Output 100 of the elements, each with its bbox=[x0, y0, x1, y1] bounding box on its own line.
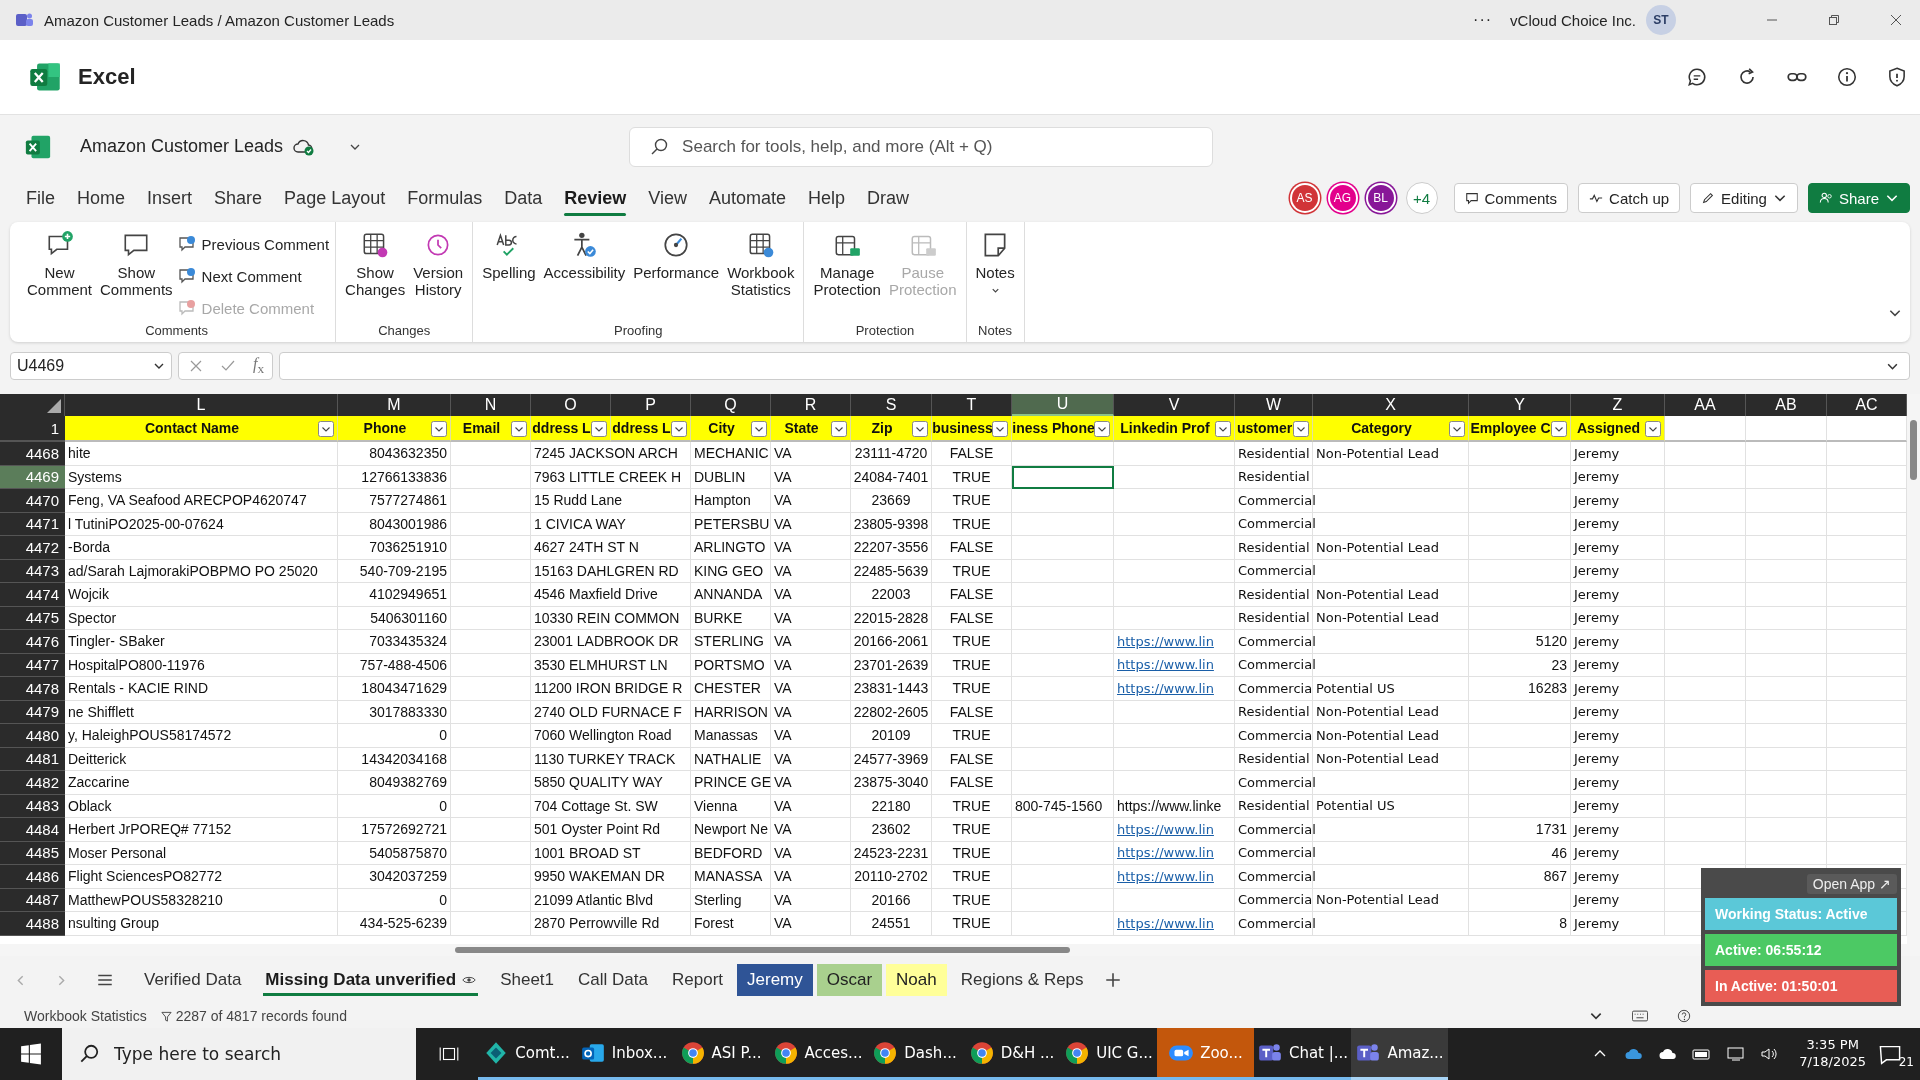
column-header[interactable]: U bbox=[1012, 394, 1114, 416]
menu-tab[interactable]: Insert bbox=[136, 179, 204, 217]
row-number[interactable]: 4485 bbox=[0, 841, 65, 865]
row-number[interactable]: 4479 bbox=[0, 700, 65, 724]
row-number[interactable]: 4486 bbox=[0, 865, 65, 889]
row-number[interactable]: 4468 bbox=[0, 442, 65, 466]
ribbon-button[interactable]: Accessibility bbox=[540, 228, 629, 323]
row-number[interactable]: 4471 bbox=[0, 512, 65, 536]
document-name[interactable]: Amazon Customer Leads bbox=[80, 136, 284, 157]
sheet-tab[interactable]: Call Data bbox=[568, 964, 658, 996]
status-text[interactable]: Workbook Statistics bbox=[24, 1008, 147, 1024]
row-number[interactable]: 4487 bbox=[0, 888, 65, 912]
cell-link[interactable]: https://www.lin bbox=[1114, 630, 1235, 654]
sheet-tab[interactable]: Jeremy bbox=[737, 964, 813, 996]
row-number[interactable]: 4478 bbox=[0, 677, 65, 701]
row-number[interactable]: 4483 bbox=[0, 794, 65, 818]
sheet-tab[interactable]: Missing Data unverified bbox=[255, 964, 487, 996]
column-header[interactable]: O bbox=[531, 394, 611, 416]
ribbon-button[interactable]: Workbook Statistics bbox=[724, 228, 798, 323]
row-number[interactable]: 4476 bbox=[0, 630, 65, 654]
row-number[interactable]: 4472 bbox=[0, 536, 65, 560]
menu-tab[interactable]: Automate bbox=[698, 179, 798, 217]
cell-link[interactable]: https://www.lin bbox=[1114, 677, 1235, 701]
taskbar-button[interactable]: D&H ... bbox=[963, 1028, 1060, 1080]
ribbon-button[interactable]: New Comment bbox=[24, 228, 96, 323]
ribbon-button[interactable]: Performance bbox=[630, 228, 723, 323]
menu-tab[interactable]: Help bbox=[797, 179, 857, 217]
collaborator-avatar[interactable]: AG bbox=[1329, 185, 1356, 211]
row-number[interactable]: 4477 bbox=[0, 653, 65, 677]
row-number[interactable]: 4473 bbox=[0, 559, 65, 583]
clock[interactable]: 3:35 PM 7/18/2025 bbox=[1799, 1037, 1866, 1071]
column-header[interactable]: X bbox=[1313, 394, 1469, 416]
search-field[interactable]: Search for tools, help, and more (Alt + Q) bbox=[629, 126, 1214, 167]
ribbon-button[interactable]: Next Comment bbox=[177, 262, 330, 290]
column-header[interactable]: P bbox=[611, 394, 691, 416]
column-header[interactable]: Q bbox=[691, 394, 771, 416]
open-app-button[interactable]: Open App ↗ bbox=[1806, 874, 1897, 894]
taskbar-button[interactable]: Comt... bbox=[478, 1028, 575, 1080]
taskbar-button[interactable]: Zoo... bbox=[1157, 1028, 1254, 1080]
menu-tab[interactable]: View bbox=[637, 179, 698, 217]
cell-link[interactable]: https://www.lin bbox=[1114, 912, 1235, 936]
taskbar-button[interactable]: Inbox... bbox=[575, 1028, 672, 1080]
ribbon-button[interactable]: Version History bbox=[410, 228, 467, 323]
cell-link[interactable]: https://www.lin bbox=[1114, 841, 1235, 865]
cell-link[interactable]: https://www.lin bbox=[1114, 865, 1235, 889]
collaborator-avatar[interactable]: AS bbox=[1291, 185, 1318, 211]
taskbar-button[interactable]: Amaz... bbox=[1351, 1028, 1448, 1080]
row-number[interactable]: 4481 bbox=[0, 747, 65, 771]
row-number[interactable]: 4470 bbox=[0, 489, 65, 513]
sheet-tab[interactable]: Oscar bbox=[816, 964, 883, 996]
row-number[interactable]: 4474 bbox=[0, 583, 65, 607]
catch-up-button[interactable]: Catch up bbox=[1578, 183, 1681, 213]
row-number[interactable]: 4475 bbox=[0, 606, 65, 630]
row-number[interactable]: 4482 bbox=[0, 771, 65, 795]
sheet-tab[interactable]: Verified Data bbox=[134, 964, 252, 996]
column-header[interactable]: R bbox=[771, 394, 851, 416]
column-header[interactable]: M bbox=[338, 394, 451, 416]
editing-button[interactable]: Editing bbox=[1690, 183, 1798, 213]
notifications-button[interactable]: 21 bbox=[1878, 1039, 1914, 1069]
taskbar-button[interactable]: Dash... bbox=[866, 1028, 963, 1080]
column-header[interactable]: V bbox=[1114, 394, 1235, 416]
ribbon-button[interactable]: Manage Protection bbox=[810, 228, 884, 323]
column-header[interactable]: Z bbox=[1571, 394, 1665, 416]
menu-tab[interactable]: Draw bbox=[856, 179, 921, 217]
row-number[interactable]: 4469 bbox=[0, 465, 65, 489]
column-header[interactable]: L bbox=[65, 394, 338, 416]
menu-tab[interactable]: Review bbox=[553, 179, 638, 217]
menu-tab[interactable]: Data bbox=[493, 179, 554, 217]
column-header[interactable]: W bbox=[1235, 394, 1313, 416]
insert-function-button[interactable]: f$_{x}$ bbox=[253, 354, 265, 378]
column-header[interactable]: S bbox=[851, 394, 932, 416]
column-header[interactable]: Y bbox=[1469, 394, 1571, 416]
ribbon-button[interactable]: Notes bbox=[972, 228, 1018, 323]
sheet-tab[interactable]: Report bbox=[662, 964, 733, 996]
more-button[interactable]: ··· bbox=[1473, 11, 1493, 29]
cell-link[interactable]: https://www.lin bbox=[1114, 653, 1235, 677]
ribbon-button[interactable]: Previous Comment bbox=[177, 230, 330, 258]
menu-tab[interactable]: Home bbox=[66, 179, 137, 217]
column-header[interactable]: T bbox=[932, 394, 1012, 416]
column-header[interactable]: AB bbox=[1746, 394, 1827, 416]
ribbon-button[interactable]: Spelling bbox=[479, 228, 539, 323]
column-header[interactable]: AA bbox=[1665, 394, 1746, 416]
taskbar-button[interactable]: Acces... bbox=[769, 1028, 866, 1080]
menu-tab[interactable]: Page Layout bbox=[273, 179, 397, 217]
ribbon-button[interactable]: Show Changes bbox=[342, 228, 409, 323]
user-avatar[interactable]: ST bbox=[1646, 5, 1676, 35]
collaborator-avatar[interactable]: BL bbox=[1367, 185, 1394, 211]
row-number[interactable]: 4488 bbox=[0, 912, 65, 936]
menu-tab[interactable]: Share bbox=[203, 179, 274, 217]
row-number[interactable]: 4480 bbox=[0, 724, 65, 748]
column-header[interactable]: N bbox=[451, 394, 531, 416]
sheet-tab[interactable]: Regions & Reps bbox=[950, 964, 1094, 996]
taskbar-search-field[interactable]: Type here to search bbox=[62, 1028, 416, 1080]
more-collaborators[interactable]: +4 bbox=[1405, 182, 1438, 214]
column-header[interactable]: AC bbox=[1827, 394, 1907, 416]
cell-link[interactable]: https://www.lin bbox=[1114, 818, 1235, 842]
taskbar-button[interactable]: ASI P... bbox=[672, 1028, 769, 1080]
row-number[interactable]: 1 bbox=[0, 416, 65, 442]
menu-tab[interactable]: File bbox=[26, 179, 66, 217]
sheet-tab[interactable]: Sheet1 bbox=[490, 964, 565, 996]
